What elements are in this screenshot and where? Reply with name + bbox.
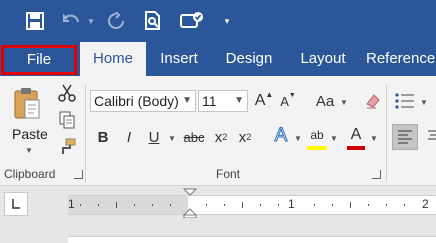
- clear-formatting-icon[interactable]: [362, 90, 384, 112]
- align-center-icon[interactable]: [424, 124, 436, 150]
- italic-button[interactable]: I: [120, 126, 138, 148]
- group-divider: [386, 84, 387, 182]
- bullets-dropdown-icon[interactable]: ▼: [420, 98, 428, 107]
- undo-icon[interactable]: [60, 8, 84, 34]
- bold-button[interactable]: B: [94, 126, 112, 148]
- paste-icon[interactable]: [8, 84, 46, 122]
- subscript-button[interactable]: x2: [212, 126, 230, 148]
- text-effects-dropdown-icon[interactable]: ▼: [294, 134, 302, 143]
- underline-dropdown-icon[interactable]: ▼: [168, 134, 176, 143]
- touch-mode-icon[interactable]: [178, 8, 206, 34]
- undo-dropdown-icon[interactable]: ▼: [86, 8, 96, 34]
- ruler-area: 1 1 2: [0, 187, 436, 243]
- ribbon-tabs: File Home Insert Design Layout Reference: [0, 42, 436, 76]
- clipboard-launcher-icon[interactable]: [74, 170, 83, 179]
- cut-icon[interactable]: [56, 82, 78, 104]
- change-case-dropdown-icon[interactable]: ▼: [340, 98, 348, 107]
- tab-selector[interactable]: [4, 192, 28, 216]
- font-color-dropdown-icon[interactable]: ▼: [370, 134, 378, 143]
- highlight-color-bar: [307, 146, 327, 150]
- print-preview-icon[interactable]: [140, 8, 166, 34]
- font-launcher-icon[interactable]: [372, 170, 381, 179]
- clipboard-group-label: Clipboard: [4, 167, 56, 181]
- font-family-combo[interactable]: Calibri (Body) ▼: [90, 90, 196, 112]
- highlight-icon[interactable]: ab: [306, 124, 328, 146]
- tab-layout[interactable]: Layout: [290, 42, 356, 76]
- font-size-dropdown-icon[interactable]: ▼: [234, 91, 244, 111]
- shrink-font-icon[interactable]: A ▼: [278, 90, 298, 112]
- font-color-icon[interactable]: A: [346, 124, 366, 146]
- word-window: ▼ ▾ File Home Insert Design Layout Refer…: [0, 0, 436, 243]
- tab-insert[interactable]: Insert: [150, 42, 208, 76]
- tab-references[interactable]: Reference: [366, 42, 436, 76]
- text-effects-icon[interactable]: A: [270, 124, 292, 148]
- save-icon[interactable]: [22, 8, 48, 34]
- font-family-value: Calibri (Body): [94, 93, 179, 109]
- horizontal-ruler[interactable]: 1 1 2: [68, 195, 436, 215]
- font-size-value: 11: [202, 93, 217, 109]
- change-case-icon[interactable]: Aa: [312, 90, 338, 112]
- font-family-dropdown-icon[interactable]: ▼: [182, 91, 192, 111]
- group-divider: [85, 84, 86, 182]
- bullets-icon[interactable]: [394, 90, 416, 112]
- copy-icon[interactable]: [56, 109, 78, 131]
- font-size-combo[interactable]: 11 ▼: [198, 90, 248, 112]
- highlight-dropdown-icon[interactable]: ▼: [330, 134, 338, 143]
- tab-home[interactable]: Home: [80, 42, 146, 76]
- quick-access-toolbar: ▼ ▾: [0, 0, 436, 42]
- ruler-ticks: [80, 202, 405, 208]
- tab-design[interactable]: Design: [214, 42, 284, 76]
- ribbon-home: Paste ▼ Clipboard Calibri (Body) ▼ 11 ▼ …: [0, 76, 436, 186]
- underline-button[interactable]: U: [145, 126, 163, 148]
- document-page[interactable]: [68, 236, 436, 243]
- grow-font-icon[interactable]: A ▲: [254, 90, 274, 112]
- strikethrough-button[interactable]: abc: [180, 126, 208, 148]
- customize-qat-icon[interactable]: ▾: [220, 8, 234, 34]
- superscript-button[interactable]: x2: [236, 126, 254, 148]
- font-color-bar: [347, 146, 365, 150]
- indent-markers[interactable]: [182, 188, 198, 218]
- font-group-label: Font: [216, 167, 241, 181]
- tab-file[interactable]: File: [1, 45, 77, 75]
- align-left-icon[interactable]: [392, 124, 418, 150]
- redo-icon[interactable]: [104, 8, 128, 34]
- paste-dropdown-icon[interactable]: ▼: [25, 146, 33, 155]
- format-painter-icon[interactable]: [56, 136, 78, 158]
- paste-button-label[interactable]: Paste: [12, 126, 48, 142]
